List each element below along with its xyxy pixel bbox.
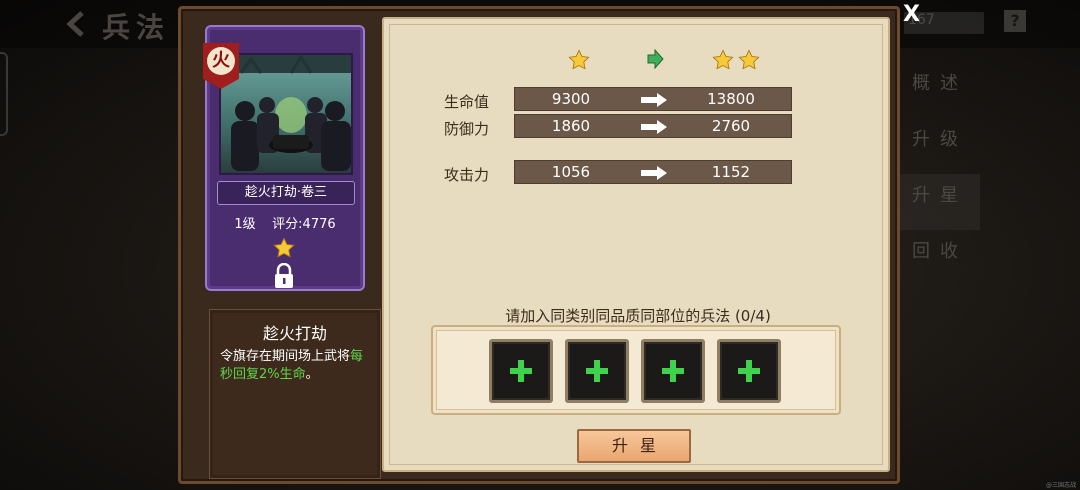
tab-recycle[interactable]: 回收 <box>900 230 980 286</box>
page-title: 兵法 <box>102 11 171 44</box>
left-panel: 火 趁火打劫·卷三 1级 评分:4776 趁火打劫 令旗存在期间场上武将每秒回复… <box>193 17 381 479</box>
stat-bar-defense: 1860 2760 <box>514 114 792 138</box>
side-tabs: 概述 升级 升星 回收 <box>900 62 980 286</box>
plus-icon <box>510 360 532 382</box>
stat-next-value: 13800 <box>707 90 755 108</box>
current-star-icon <box>568 49 590 70</box>
description-end: 。 <box>305 367 319 382</box>
description-highlight: 秒回复2%生命 <box>220 367 306 382</box>
description-title: 趁火打劫 <box>262 324 327 343</box>
right-arrow-icon <box>641 120 667 134</box>
plus-icon <box>662 360 684 382</box>
strategy-card[interactable]: 火 趁火打劫·卷三 1级 评分:4776 <box>203 25 365 291</box>
next-star-icon <box>738 49 760 70</box>
stat-label-hp: 生命值 <box>444 93 490 111</box>
stat-current-value: 9300 <box>551 90 591 108</box>
card-level: 1级 <box>234 217 256 232</box>
watermark: @三国志战棋 <box>1046 482 1077 489</box>
upgrade-panel: 生命值 9300 13800 防御力 1860 2760 攻击力 1056 11… <box>382 17 890 472</box>
card-level-score: 1级 评分:4776 <box>207 213 363 232</box>
stat-next-value: 1152 <box>711 163 751 181</box>
lock-icon[interactable] <box>273 263 295 289</box>
tab-star-up[interactable]: 升星 <box>900 174 980 230</box>
right-arrow-icon <box>641 166 667 180</box>
plus-icon <box>738 360 760 382</box>
fire-badge-label: 火 <box>207 47 235 75</box>
description-highlight: 每 <box>350 349 364 364</box>
material-slots <box>431 325 841 415</box>
help-icon[interactable]: ? <box>1004 10 1026 32</box>
material-slot[interactable] <box>565 339 629 403</box>
star-up-button[interactable]: 升星 <box>577 429 691 463</box>
material-slot[interactable] <box>489 339 553 403</box>
card-name: 趁火打劫·卷三 <box>217 181 355 205</box>
green-arrow-icon <box>647 49 664 69</box>
side-drawer-handle[interactable] <box>0 52 8 136</box>
tab-upgrade[interactable]: 升级 <box>900 118 980 174</box>
game-screen: 兵法 167 ? 概述 升级 升星 回收 火 趁火打劫·卷三 1级 评分:477… <box>0 0 1080 490</box>
right-arrow-icon <box>641 93 667 107</box>
material-requirement: 请加入同类别同品质同部位的兵法 (0/4) <box>505 307 771 325</box>
material-slot[interactable] <box>641 339 705 403</box>
card-artwork <box>219 53 353 175</box>
back-arrow-icon[interactable] <box>62 10 90 38</box>
strategy-description: 趁火打劫 令旗存在期间场上武将每秒回复2%生命。 <box>209 309 381 479</box>
plus-icon <box>586 360 608 382</box>
star-up-dialog: 火 趁火打劫·卷三 1级 评分:4776 趁火打劫 令旗存在期间场上武将每秒回复… <box>178 6 900 484</box>
close-icon[interactable]: X <box>903 2 920 27</box>
stat-label-attack: 攻击力 <box>444 166 490 184</box>
next-star-icon <box>712 49 734 70</box>
stat-bar-attack: 1056 1152 <box>514 160 792 184</box>
stat-next-value: 2760 <box>711 117 751 135</box>
score-label: 评分: <box>272 217 303 232</box>
description-text: 令旗存在期间场上武将每秒回复2%生命。 <box>210 344 380 388</box>
stat-current-value: 1056 <box>551 163 591 181</box>
stat-label-defense: 防御力 <box>444 120 490 138</box>
stat-current-value: 1860 <box>551 117 591 135</box>
star-icon <box>273 237 295 258</box>
stat-bar-hp: 9300 13800 <box>514 87 792 111</box>
card-score: 4776 <box>302 217 336 232</box>
silhouette-figures <box>221 55 351 171</box>
tab-overview[interactable]: 概述 <box>900 62 980 118</box>
material-slot[interactable] <box>717 339 781 403</box>
description-plain: 令旗存在期间场上武将 <box>220 349 351 364</box>
